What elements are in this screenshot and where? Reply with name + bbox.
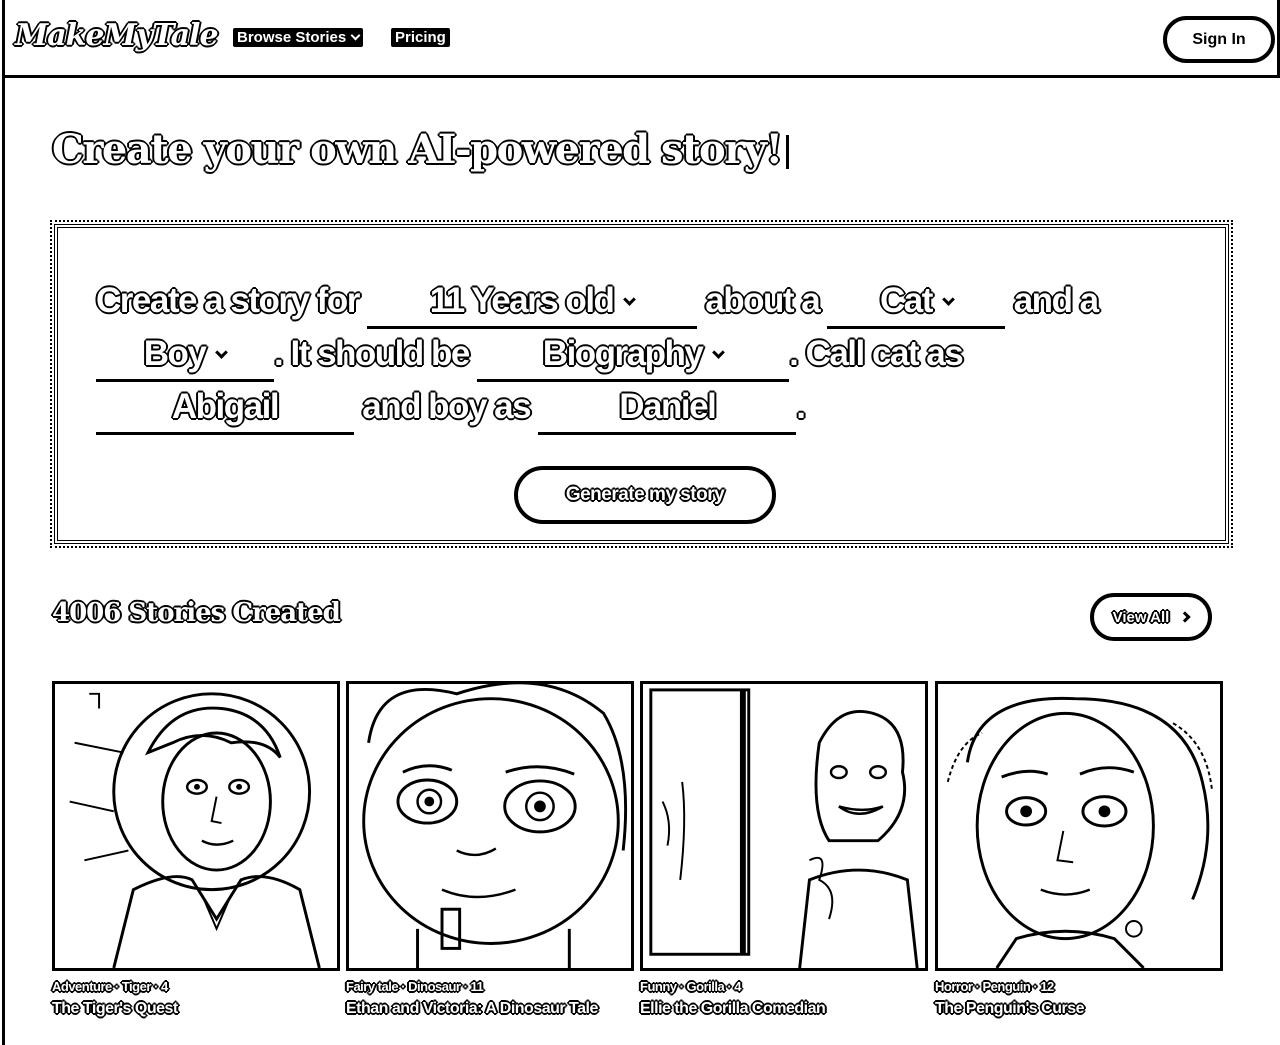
story-meta: Fairy tale · Dinosaur · 11: [346, 979, 484, 994]
person-select-value: Boy: [143, 334, 207, 373]
story-title: Ethan and Victoria: A Dinosaur Tale: [346, 1000, 598, 1017]
animal-select-value: Cat: [880, 281, 933, 320]
story-title: The Penguin's Curse: [935, 1000, 1085, 1017]
page-title: Create your own AI-powered story!: [52, 126, 789, 173]
sign-in-button[interactable]: Sign In: [1163, 16, 1275, 63]
story-meta: Funny · Gorilla · 4: [640, 979, 742, 994]
site-header: MakeMyTale Browse Stories Pricing Sign I…: [2, 0, 1280, 78]
sentence-text: It should be: [290, 334, 470, 373]
story-card[interactable]: Horror · Penguin · 12 The Penguin's Curs…: [935, 681, 1223, 1018]
story-cover-image: [640, 681, 928, 971]
toddler-portrait-illustration: [362, 684, 628, 968]
boy-portrait-illustration: [69, 692, 321, 968]
story-builder-form: Create a story for 11 Years old about a …: [50, 220, 1233, 548]
sentence-text: and a: [1013, 281, 1099, 320]
stories-count-heading: 4006 Stories Created: [52, 598, 341, 628]
page-border: [2, 78, 5, 1045]
gorilla-girl-illustration: [649, 688, 919, 968]
chevron-down-icon: [712, 346, 726, 359]
sentence-text: about a: [705, 281, 820, 320]
chevron-down-icon: [623, 293, 637, 306]
story-card[interactable]: Fairy tale · Dinosaur · 11 Ethan and Vic…: [346, 681, 634, 1018]
sentence-text: Create a story for: [96, 281, 360, 320]
view-all-button[interactable]: View All: [1090, 593, 1212, 641]
age-select-value: 11 Years old: [429, 281, 615, 320]
story-cover-image: [52, 681, 340, 971]
nav-browse-stories-label: Browse Stories: [237, 29, 347, 46]
chevron-down-icon: [942, 293, 955, 306]
story-card[interactable]: Funny · Gorilla · 4 Ellie the Gorilla Co…: [640, 681, 928, 1018]
story-title: The Tiger's Quest: [52, 1000, 178, 1017]
age-select[interactable]: 11 Years old: [367, 276, 698, 329]
story-cover-image: [346, 681, 634, 971]
page-title-text: Create your own AI-powered story!: [52, 126, 783, 173]
genre-select[interactable]: Biography: [477, 329, 790, 382]
sentence-text: and boy as: [362, 387, 531, 426]
site-logo[interactable]: MakeMyTale: [15, 18, 219, 53]
story-sentence: Create a story for 11 Years old about a …: [96, 276, 1196, 435]
animal-select[interactable]: Cat: [827, 276, 1006, 329]
story-meta: Adventure · Tiger · 4: [52, 979, 168, 994]
girl-portrait-illustration: [946, 696, 1214, 968]
sentence-text: .: [789, 334, 799, 373]
view-all-label: View All: [1112, 608, 1170, 626]
animal-name-input[interactable]: Abigail: [96, 382, 354, 435]
nav-pricing[interactable]: Pricing: [391, 28, 450, 47]
nav-browse-stories[interactable]: Browse Stories: [233, 28, 364, 47]
genre-select-value: Biography: [542, 334, 704, 373]
story-cover-image: [935, 681, 1223, 971]
chevron-down-icon: [350, 30, 361, 41]
story-card[interactable]: Adventure · Tiger · 4 The Tiger's Quest: [52, 681, 340, 1018]
generate-story-button[interactable]: Generate my story: [514, 466, 776, 524]
person-name-input[interactable]: Daniel: [538, 382, 797, 435]
chevron-right-icon: [1179, 611, 1192, 623]
story-title: Ellie the Gorilla Comedian: [640, 1000, 826, 1017]
sentence-text: Call cat as: [805, 334, 964, 373]
text-cursor: [785, 135, 789, 169]
person-select[interactable]: Boy: [96, 329, 274, 382]
sentence-text: .: [274, 334, 284, 373]
story-meta: Horror · Penguin · 12: [935, 979, 1054, 994]
sentence-text: .: [796, 387, 806, 426]
chevron-down-icon: [215, 346, 229, 359]
